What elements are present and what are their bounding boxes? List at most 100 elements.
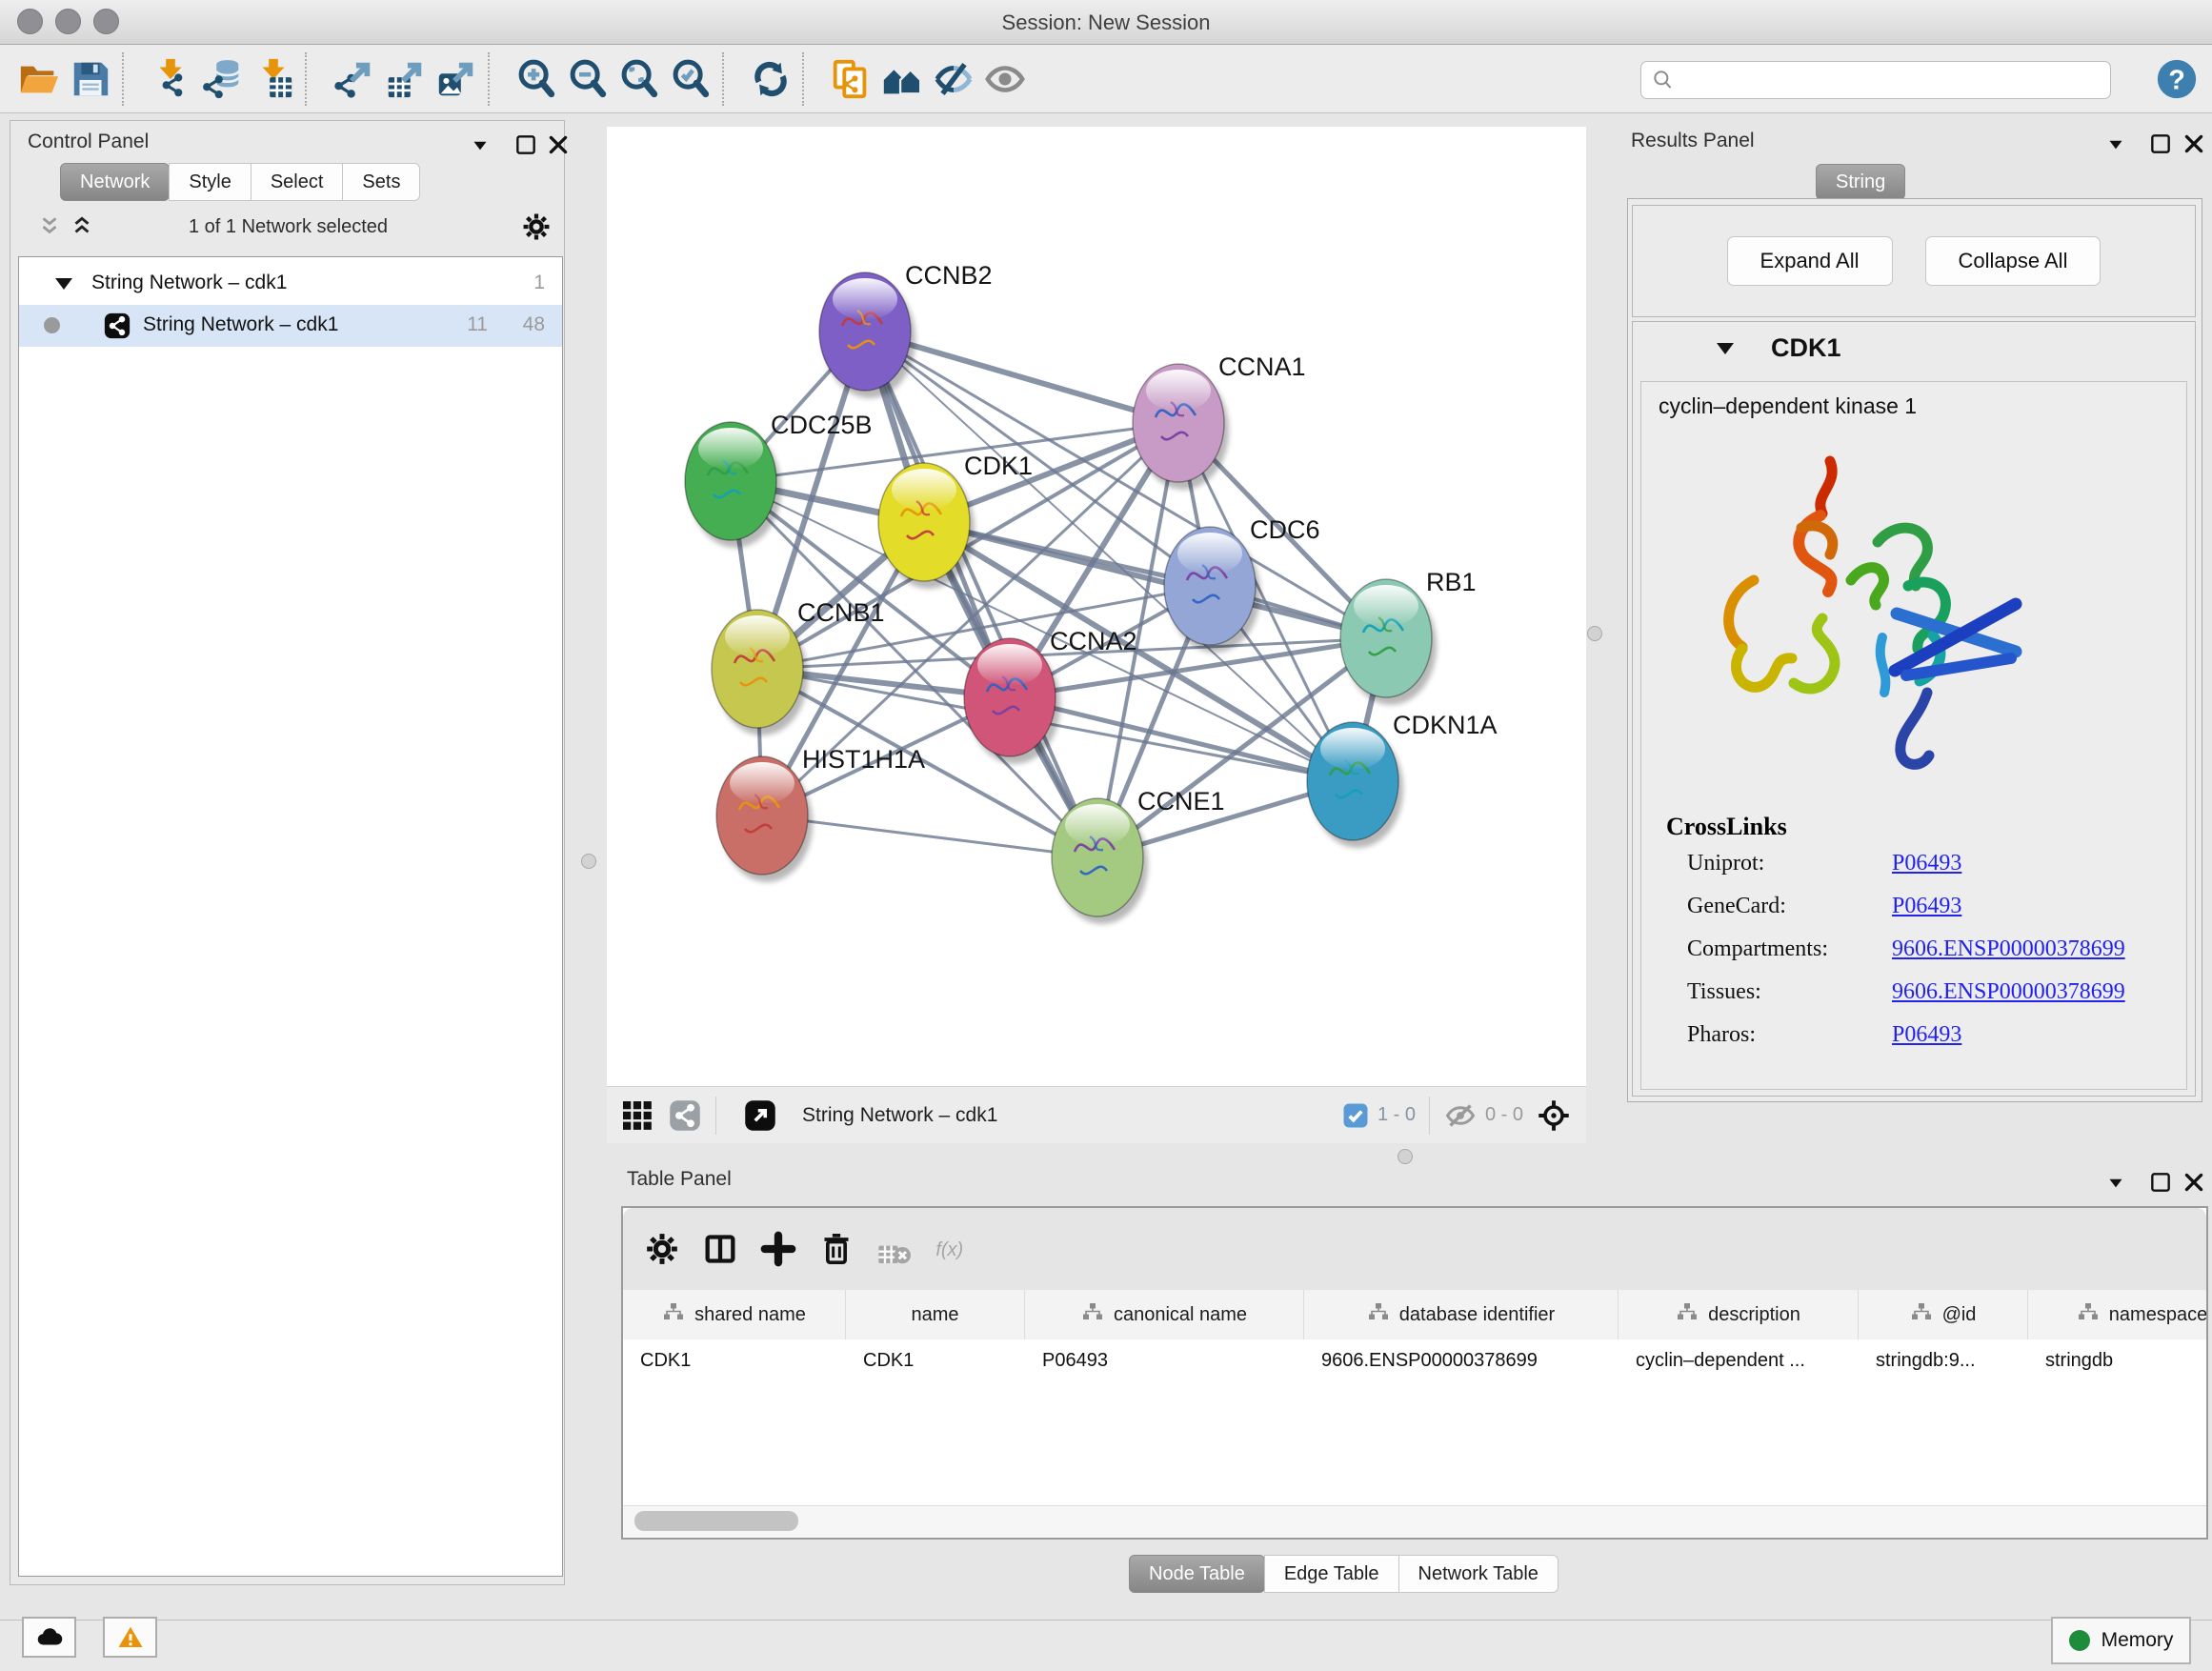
warnings-button[interactable] (103, 1617, 157, 1658)
show-all-button[interactable] (979, 53, 1031, 105)
zoom-in-button[interactable] (511, 53, 562, 105)
close-panel-icon[interactable] (2182, 1170, 2206, 1195)
selected-checkbox-icon[interactable] (1341, 1101, 1370, 1130)
crosslink-value-link[interactable]: P06493 (1892, 894, 1961, 919)
table-horizontal-scrollbar[interactable] (623, 1505, 2206, 1537)
vertical-splitter-handle[interactable] (581, 854, 596, 869)
birdseye-view-icon[interactable] (668, 1098, 702, 1133)
columns-table-button[interactable] (701, 1230, 739, 1268)
expand-all-button[interactable]: Expand All (1727, 236, 1893, 286)
float-panel-icon[interactable] (2148, 131, 2173, 156)
zoom-fit-button[interactable] (613, 53, 665, 105)
cell-id[interactable]: stringdb:9... (1859, 1339, 2028, 1381)
search-input[interactable] (1676, 65, 2110, 95)
tab-network[interactable]: Network (60, 163, 170, 201)
cloud-status-button[interactable] (22, 1617, 76, 1658)
column-header-canonical-name[interactable]: canonical name (1025, 1290, 1304, 1339)
tab-style[interactable]: Style (169, 163, 251, 201)
hidden-eye-icon[interactable] (1443, 1098, 1478, 1133)
search-box[interactable] (1640, 61, 2111, 99)
trash-table-button[interactable] (817, 1230, 855, 1268)
panel-menu-icon[interactable] (2103, 131, 2128, 156)
node-label-CDK1: CDK1 (964, 452, 1033, 480)
cell-namespace[interactable]: stringdb (2028, 1339, 2208, 1381)
scrollbar-thumb[interactable] (634, 1511, 798, 1531)
tab-edge-table[interactable]: Edge Table (1264, 1555, 1399, 1593)
export-table-button[interactable] (379, 53, 431, 105)
export-network-button[interactable] (328, 53, 379, 105)
entry-collapse-icon[interactable] (1717, 343, 1734, 354)
network-options-gear-icon[interactable] (520, 211, 553, 243)
node-HIST1H1A[interactable]: HIST1H1A (716, 745, 925, 882)
close-panel-icon[interactable] (546, 132, 571, 157)
float-panel-icon[interactable] (2148, 1170, 2173, 1195)
tab-node-table[interactable]: Node Table (1129, 1555, 1265, 1593)
horizontal-splitter-handle[interactable] (1398, 1149, 1413, 1164)
column-header-namespace[interactable]: namespace (2028, 1290, 2208, 1339)
column-header-name[interactable]: name (846, 1290, 1025, 1339)
table-header-row: shared namenamecanonical namedatabase id… (623, 1290, 2208, 1340)
edge-CCNB2-CCNE1[interactable] (865, 332, 1097, 857)
crosslink-row: GeneCard:P06493 (1687, 894, 2173, 919)
svg-text:f(x): f(x) (935, 1239, 963, 1260)
export-image-button[interactable] (431, 53, 482, 105)
node-CCNB2[interactable]: CCNB2 (819, 261, 993, 398)
table-row[interactable]: CDK1CDK1P064939606.ENSP00000378699cyclin… (623, 1339, 2208, 1381)
save-button[interactable] (65, 53, 116, 105)
import-database-button[interactable] (196, 53, 248, 105)
cell-name[interactable]: CDK1 (846, 1339, 1025, 1381)
column-header-shared-name[interactable]: shared name (623, 1290, 846, 1339)
crosslink-value-link[interactable]: 9606.ENSP00000378699 (1892, 936, 2125, 962)
open-folder-button[interactable] (13, 53, 65, 105)
column-header-description[interactable]: description (1619, 1290, 1859, 1339)
column-header-id[interactable]: @id (1859, 1290, 2028, 1339)
node-CCNE1[interactable]: CCNE1 (1052, 787, 1225, 924)
import-network-button[interactable] (145, 53, 196, 105)
table-panel-title: Table Panel (627, 1168, 732, 1191)
first-neighbors-button[interactable] (876, 53, 928, 105)
node-CDC25B[interactable]: CDC25B (685, 411, 873, 548)
gear-table-button[interactable] (643, 1230, 681, 1268)
node-CDKN1A[interactable]: CDKN1A (1307, 711, 1498, 848)
import-table-button[interactable] (248, 53, 299, 105)
zoom-out-button[interactable] (562, 53, 613, 105)
crosslink-value-link[interactable]: P06493 (1892, 1022, 1961, 1048)
cell-canonical-name[interactable]: P06493 (1025, 1339, 1304, 1381)
tab-string[interactable]: String (1816, 164, 1905, 200)
tab-select[interactable]: Select (251, 163, 344, 201)
crosslink-row: Tissues:9606.ENSP00000378699 (1687, 979, 2173, 1005)
node-RB1[interactable]: RB1 (1340, 568, 1477, 705)
cell-database-identifier[interactable]: 9606.ENSP00000378699 (1304, 1339, 1619, 1381)
crosslink-value-link[interactable]: 9606.ENSP00000378699 (1892, 979, 2125, 1005)
fit-selected-crosshair-icon[interactable] (1537, 1098, 1571, 1133)
network-collection-row[interactable]: String Network – cdk1 1 (19, 263, 562, 305)
add-table-button[interactable] (759, 1230, 797, 1268)
network-row-selected[interactable]: String Network – cdk1 11 48 (19, 305, 562, 347)
node-CCNA2[interactable]: CCNA2 (964, 627, 1137, 764)
clone-network-button[interactable] (825, 53, 876, 105)
tab-network-table[interactable]: Network Table (1398, 1555, 1558, 1593)
panel-menu-icon[interactable] (2103, 1170, 2128, 1195)
right-splitter-handle[interactable] (1587, 626, 1602, 641)
tree-expand-icon[interactable] (55, 278, 72, 290)
node-CCNA1[interactable]: CCNA1 (1133, 352, 1306, 490)
help-button[interactable]: ? (2155, 57, 2199, 101)
memory-button[interactable]: Memory (2051, 1617, 2191, 1664)
collapse-all-button[interactable]: Collapse All (1925, 236, 2101, 286)
panel-menu-icon[interactable] (468, 132, 493, 157)
hide-selected-button[interactable] (928, 53, 979, 105)
grid-view-icon[interactable] (620, 1098, 654, 1133)
close-panel-icon[interactable] (2182, 131, 2206, 156)
network-graph[interactable]: CCNB2CCNA1CDC25BCDK1CDC6RB1CCNB1CCNA2CDK… (607, 127, 1586, 1086)
zoom-selected-button[interactable] (665, 53, 716, 105)
crosslink-value-link[interactable]: P06493 (1892, 851, 1961, 876)
network-view-canvas[interactable]: CCNB2CCNA1CDC25BCDK1CDC6RB1CCNB1CCNA2CDK… (607, 127, 1586, 1086)
node-CCNB1[interactable]: CCNB1 (712, 598, 885, 735)
tab-sets[interactable]: Sets (342, 163, 420, 201)
float-panel-icon[interactable] (513, 132, 538, 157)
cell-description[interactable]: cyclin–dependent ... (1619, 1339, 1859, 1381)
open-in-window-icon[interactable] (743, 1098, 777, 1133)
refresh-button[interactable] (745, 53, 796, 105)
cell-shared-name[interactable]: CDK1 (623, 1339, 846, 1381)
column-header-database-identifier[interactable]: database identifier (1304, 1290, 1619, 1339)
